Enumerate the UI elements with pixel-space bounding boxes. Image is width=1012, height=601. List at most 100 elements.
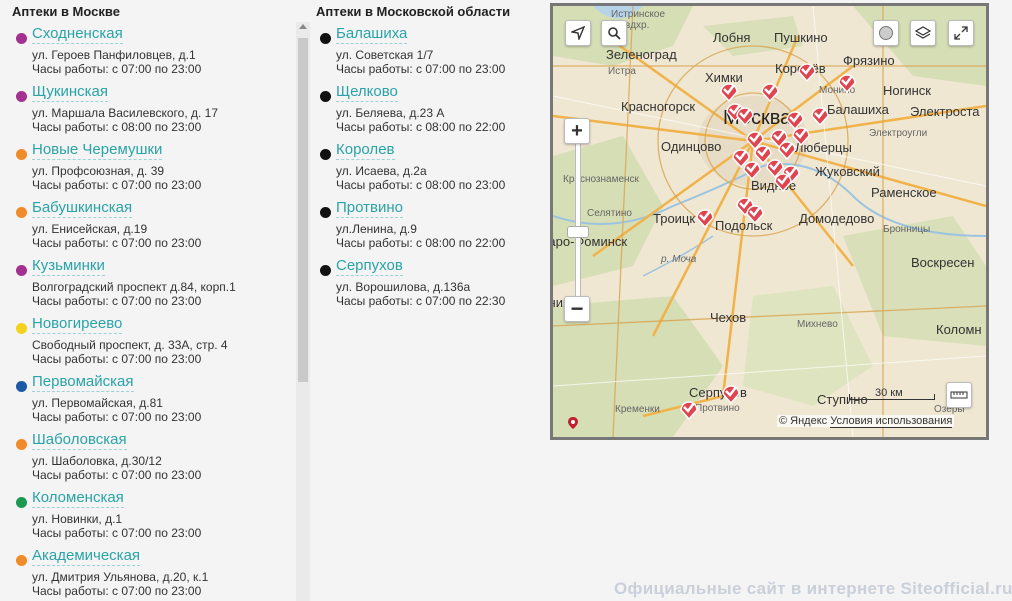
moscow-list-scrollbar[interactable] bbox=[296, 22, 310, 601]
pharmacy-pin-icon[interactable] bbox=[740, 156, 764, 180]
zoom-slider-track[interactable] bbox=[575, 142, 581, 304]
map-label-vdkhr: вдхр. bbox=[625, 20, 650, 31]
map-label-krasnogorsk: Красногорск bbox=[621, 99, 696, 114]
station-link[interactable]: Шаболовская bbox=[32, 431, 127, 450]
traffic-button[interactable] bbox=[873, 20, 899, 46]
station-link[interactable]: Щелково bbox=[336, 83, 398, 102]
map-label-troitsk: Троицк bbox=[653, 211, 696, 226]
map-label-protvino: Протвино bbox=[695, 403, 740, 414]
pharmacy-address: ул. Ворошилова, д.136а bbox=[336, 280, 471, 294]
station-link[interactable]: Первомайская bbox=[32, 373, 134, 392]
map-search-button[interactable] bbox=[601, 20, 627, 46]
pharmacy-hours: Часы работы: с 07:00 по 23:00 bbox=[32, 352, 202, 366]
metro-line-dot bbox=[16, 207, 27, 218]
pharmacy-pin-icon[interactable] bbox=[743, 200, 767, 224]
map-label-domodedovo: Домодедово bbox=[799, 211, 875, 226]
station-link[interactable]: Коломенская bbox=[32, 489, 124, 508]
metro-line-dot bbox=[320, 33, 331, 44]
pharmacy-pin-icon[interactable] bbox=[795, 58, 819, 82]
pharmacy-address: ул. Беляева, д.23 А bbox=[336, 106, 445, 120]
pharmacy-hours: Часы работы: с 07:00 по 23:00 bbox=[32, 526, 202, 540]
moscow-title: Аптеки в Москве bbox=[12, 4, 120, 19]
pharmacy-address: ул. Енисейская, д.19 bbox=[32, 222, 148, 236]
pharmacy-hours: Часы работы: с 08:00 по 22:00 bbox=[336, 236, 506, 250]
scroll-thumb[interactable] bbox=[298, 38, 308, 382]
station-link[interactable]: Новые Черемушки bbox=[32, 141, 163, 160]
map-label-istra: Истра bbox=[608, 66, 636, 77]
expand-icon bbox=[954, 26, 968, 40]
map-label-kremenki: Кременки bbox=[615, 404, 660, 415]
zoom-out-button[interactable]: − bbox=[564, 296, 590, 322]
page: Аптеки в Москве Сходненская ул. Героев Па… bbox=[0, 0, 1012, 601]
station-link[interactable]: Кузьминки bbox=[32, 257, 105, 276]
zoom-slider-handle[interactable] bbox=[567, 226, 589, 238]
map-label-chekhov: Чехов bbox=[710, 310, 747, 325]
scroll-up-arrow-icon[interactable] bbox=[299, 24, 307, 29]
pharmacy-address: ул. Первомайская, д.81 bbox=[32, 396, 163, 410]
pharmacy-entry: Новогиреево Свободный проспект, д. 33А, с… bbox=[14, 314, 294, 372]
metro-line-dot bbox=[16, 497, 27, 508]
pharmacy-hours: Часы работы: с 08:00 по 23:00 bbox=[32, 120, 202, 134]
map-copyright: © Яндекс Условия использования bbox=[777, 415, 955, 428]
map-label-istrinskoe: Истринское bbox=[611, 9, 666, 20]
navigation-arrow-icon bbox=[571, 26, 585, 40]
zoom-in-button[interactable]: + bbox=[564, 118, 590, 144]
metro-line-dot bbox=[16, 555, 27, 566]
region-title: Аптеки в Московской области bbox=[316, 4, 511, 19]
pharmacy-pin-icon[interactable] bbox=[677, 396, 701, 420]
map-label-lobnya: Лобня bbox=[713, 30, 751, 45]
pharmacy-hours: Часы работы: с 07:00 по 23:00 bbox=[32, 584, 202, 598]
metro-line-dot bbox=[16, 381, 27, 392]
minus-icon: − bbox=[570, 296, 584, 321]
scale-label: 30 км bbox=[875, 387, 903, 399]
geolocation-button[interactable] bbox=[565, 20, 591, 46]
station-link[interactable]: Щукинская bbox=[32, 83, 108, 102]
metro-line-dot bbox=[16, 149, 27, 160]
pharmacy-hours: Часы работы: с 07:00 по 22:30 bbox=[336, 294, 506, 308]
pharmacy-entry: Новые Черемушки ул. Профсоюзная, д. 39 Час… bbox=[14, 140, 294, 198]
terms-of-use-link[interactable]: Условия использования bbox=[830, 415, 953, 428]
pharmacy-address: ул. Советская 1/7 bbox=[336, 48, 434, 62]
pharmacy-address: ул. Героев Панфиловцев, д.1 bbox=[32, 48, 196, 62]
pharmacy-address: ул. Шаболовка, д.30/12 bbox=[32, 454, 162, 468]
pharmacy-hours: Часы работы: с 07:00 по 23:00 bbox=[32, 236, 202, 250]
pharmacy-entry: Щукинская ул. Маршала Василевского, д. 17… bbox=[14, 82, 294, 140]
station-link[interactable]: Бабушкинская bbox=[32, 199, 133, 218]
station-link[interactable]: Академическая bbox=[32, 547, 141, 566]
pharmacy-hours: Часы работы: с 07:00 по 23:00 bbox=[32, 410, 202, 424]
pharmacy-pin-icon[interactable] bbox=[771, 168, 795, 192]
station-link[interactable]: Новогиреево bbox=[32, 315, 123, 334]
station-link[interactable]: Серпухов bbox=[336, 257, 403, 276]
map-label-ramenskoe: Раменское bbox=[871, 185, 937, 200]
watermark: Официальные сайт в интернете Siteofficia… bbox=[614, 579, 1012, 598]
pharmacy-pin-icon[interactable] bbox=[719, 380, 743, 404]
ruler-button[interactable] bbox=[946, 382, 972, 408]
pharmacy-pin-icon[interactable] bbox=[835, 69, 859, 93]
pharmacy-address: ул. Дмитрия Ульянова, д.20, к.1 bbox=[32, 570, 209, 584]
layers-button[interactable] bbox=[910, 20, 936, 46]
station-link[interactable]: Балашиха bbox=[336, 25, 408, 44]
station-link[interactable]: Протвино bbox=[336, 199, 403, 218]
fullscreen-button[interactable] bbox=[948, 20, 974, 46]
yandex-pin-icon[interactable] bbox=[567, 416, 579, 430]
station-link[interactable]: Сходненская bbox=[32, 25, 123, 44]
metro-line-dot bbox=[320, 149, 331, 160]
pharmacy-pin-icon[interactable] bbox=[733, 102, 757, 126]
station-link[interactable]: Королев bbox=[336, 141, 395, 160]
metro-line-dot bbox=[16, 265, 27, 276]
map-label-mikhnevo: Михнево bbox=[797, 319, 838, 330]
map-widget[interactable]: Истринское вдхр. Лобня Пушкино Зеленогра… bbox=[550, 3, 989, 440]
map-label-fryazino: Фрязино bbox=[843, 53, 895, 68]
map-label-kolomna: Коломн bbox=[936, 322, 982, 337]
pharmacy-pin-icon[interactable] bbox=[693, 204, 717, 228]
pharmacy-entry: Академическая ул. Дмитрия Ульянова, д.20,… bbox=[14, 546, 294, 601]
map-label-noginsk: Ногинск bbox=[883, 83, 931, 98]
pharmacy-entry: Шаболовская ул. Шаболовка, д.30/12 Часы ра… bbox=[14, 430, 294, 488]
pharmacy-pin-icon[interactable] bbox=[758, 78, 782, 102]
pharmacy-entry: Сходненская ул. Героев Панфиловцев, д.1 Ча… bbox=[14, 24, 294, 82]
map-label-selyatino: Селятино bbox=[587, 208, 632, 219]
pharmacy-entry: Коломенская ул. Новинки, д.1 Часы работы: … bbox=[14, 488, 294, 546]
pharmacy-address: ул. Профсоюзная, д. 39 bbox=[32, 164, 165, 178]
metro-line-dot bbox=[320, 91, 331, 102]
pharmacy-entry: Первомайская ул. Первомайская, д.81 Часы р… bbox=[14, 372, 294, 430]
